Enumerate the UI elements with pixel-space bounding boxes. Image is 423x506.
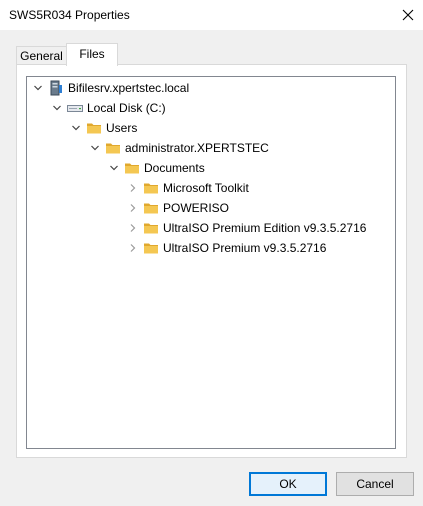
dialog-buttons: OK Cancel [0, 472, 423, 496]
chevron-down-icon[interactable] [51, 98, 63, 118]
tree-node-label: Microsoft Toolkit [163, 181, 249, 195]
server-icon [48, 80, 64, 96]
folder-icon [143, 220, 159, 236]
tree-node-label: POWERISO [163, 201, 230, 215]
chevron-down-icon[interactable] [32, 78, 44, 98]
tab-general[interactable]: General [16, 46, 67, 65]
folder-icon [124, 160, 140, 176]
tree-node[interactable]: POWERISO [127, 198, 229, 218]
tree-node[interactable]: UltraISO Premium v9.3.5.2716 [127, 238, 326, 258]
tab-general-label: General [20, 49, 63, 63]
files-tab-panel: Bifilesrv.xpertstec.local Local Disk (C:)… [16, 64, 407, 458]
cancel-button[interactable]: Cancel [336, 472, 414, 496]
chevron-down-icon[interactable] [70, 118, 82, 138]
properties-dialog: SWS5R034 Properties General Files Bifile… [0, 0, 423, 506]
chevron-down-icon[interactable] [89, 138, 101, 158]
tree-node-label: Bifilesrv.xpertstec.local [68, 81, 190, 95]
tree-node[interactable]: Bifilesrv.xpertstec.local [32, 78, 189, 98]
drive-icon [67, 100, 83, 116]
folder-icon [86, 120, 102, 136]
tree-node-label: UltraISO Premium v9.3.5.2716 [163, 241, 327, 255]
window-title: SWS5R034 Properties [9, 8, 130, 22]
tree-node[interactable]: Microsoft Toolkit [127, 178, 249, 198]
folder-icon [143, 180, 159, 196]
tree-node[interactable]: administrator.XPERTSTEC [89, 138, 269, 158]
title-bar[interactable]: SWS5R034 Properties [0, 0, 423, 30]
tab-files-label: Files [79, 47, 105, 61]
tree-node-label: Local Disk (C:) [87, 101, 166, 115]
dialog-client-area: General Files Bifilesrv.xpertstec.local L… [0, 30, 423, 506]
folder-icon [143, 200, 159, 216]
chevron-right-icon[interactable] [127, 198, 139, 218]
tree-node-label: Documents [144, 161, 205, 175]
folder-icon [143, 240, 159, 256]
file-tree-view[interactable]: Bifilesrv.xpertstec.local Local Disk (C:)… [26, 76, 396, 449]
tree-node-label: administrator.XPERTSTEC [125, 141, 269, 155]
tree-node[interactable]: Users [70, 118, 137, 138]
tree-node[interactable]: Local Disk (C:) [51, 98, 166, 118]
chevron-right-icon[interactable] [127, 178, 139, 198]
close-icon [402, 9, 414, 21]
folder-icon [105, 140, 121, 156]
tab-files[interactable]: Files [66, 43, 118, 66]
ok-button-label: OK [279, 477, 297, 491]
tree-node[interactable]: UltraISO Premium Edition v9.3.5.2716 [127, 218, 366, 238]
tree-node[interactable]: Documents [108, 158, 205, 178]
tree-node-label: Users [106, 121, 138, 135]
close-button[interactable] [393, 0, 423, 30]
tree-node-label: UltraISO Premium Edition v9.3.5.2716 [163, 221, 367, 235]
cancel-button-label: Cancel [356, 477, 394, 491]
ok-button[interactable]: OK [249, 472, 327, 496]
chevron-right-icon[interactable] [127, 218, 139, 238]
chevron-right-icon[interactable] [127, 238, 139, 258]
chevron-down-icon[interactable] [108, 158, 120, 178]
